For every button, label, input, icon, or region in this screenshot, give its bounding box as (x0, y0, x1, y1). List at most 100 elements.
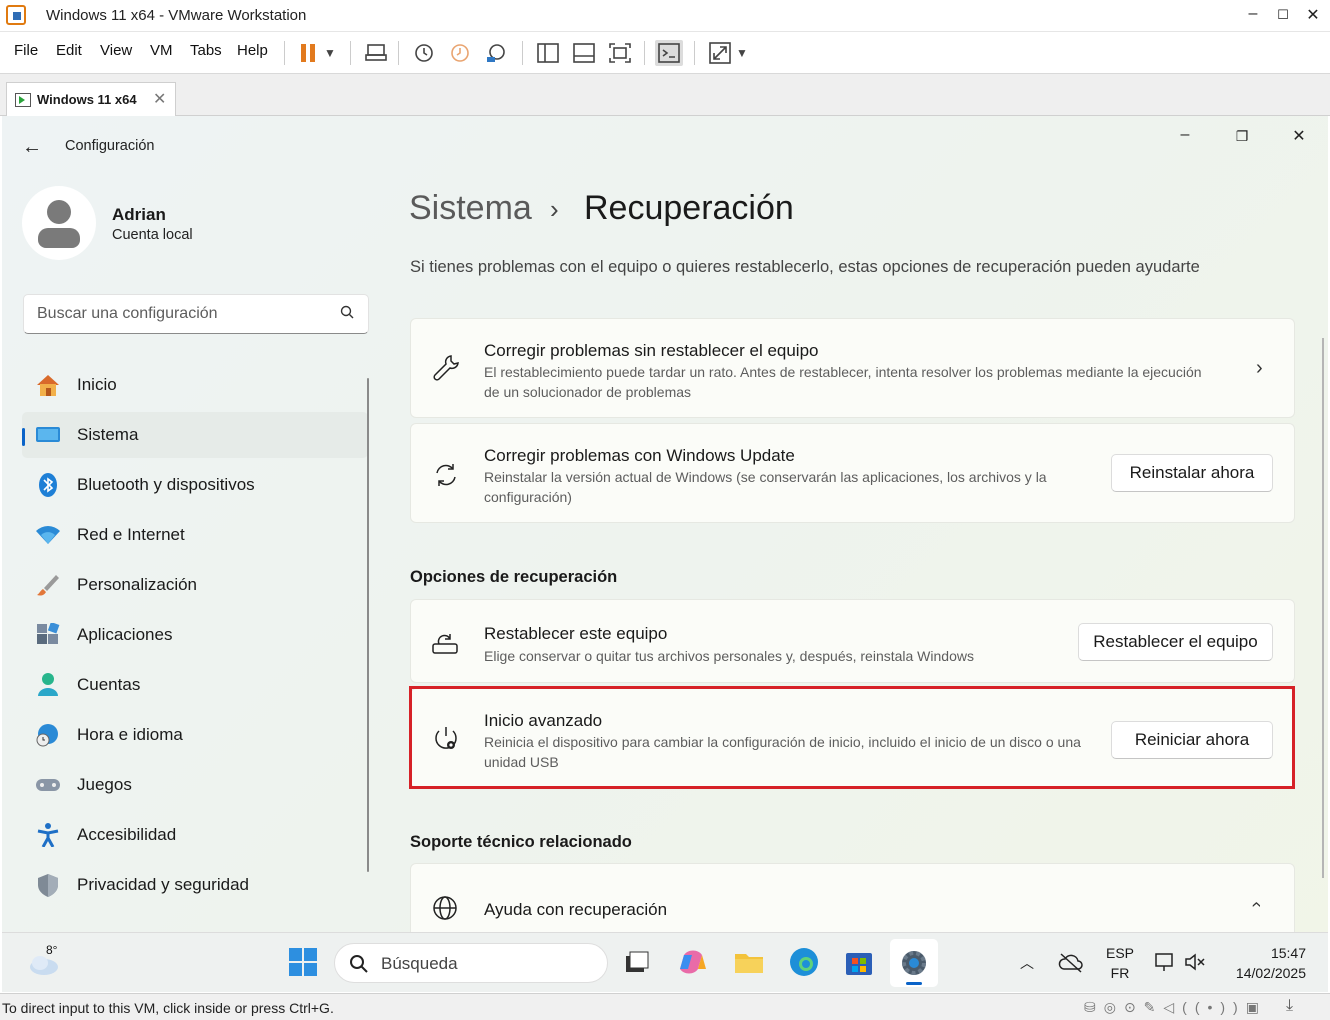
card-title: Ayuda con recuperación (484, 900, 668, 919)
back-arrow-icon[interactable]: ← (22, 136, 42, 159)
avatar (22, 186, 96, 260)
close-tab-icon[interactable]: ✕ (153, 89, 166, 109)
minimize-icon[interactable]: – (1242, 5, 1264, 25)
fix-without-reset-card[interactable]: Corregir problemas sin restablecer el eq… (410, 318, 1295, 418)
language-indicator[interactable]: ESP FR (1106, 943, 1134, 983)
reset-pc-icon (431, 628, 461, 658)
taskbar-search[interactable]: Búsqueda (334, 943, 608, 983)
nav-item-label: Personalización (77, 575, 198, 594)
file-explorer-icon[interactable] (732, 945, 766, 979)
stretch-icon[interactable] (706, 40, 734, 66)
maximize-icon[interactable]: ☐ (1272, 7, 1294, 27)
home-icon (35, 373, 61, 397)
send-ctrl-alt-del-icon[interactable] (362, 40, 390, 66)
nav-item-bluetooth[interactable]: Bluetooth y dispositivos (22, 462, 368, 508)
nav-item-hora[interactable]: Hora e idioma (22, 712, 368, 758)
chevron-down-icon[interactable]: ▼ (732, 40, 752, 66)
nav-item-label: Accesibilidad (77, 825, 177, 844)
reset-pc-button[interactable]: Restablecer el equipo (1078, 623, 1273, 661)
thumbnail-view-icon[interactable] (570, 40, 598, 66)
vmware-menubar: File Edit View VM Tabs Help ▼ ▼ (0, 32, 1330, 74)
restore-icon[interactable]: ❐ (1227, 128, 1257, 145)
windows-update-card: Corregir problemas con Windows Update Re… (410, 423, 1295, 523)
clock-date: 14/02/2025 (1235, 965, 1306, 981)
card-title: Corregir problemas sin restablecer el eq… (484, 341, 819, 360)
accessibility-icon (35, 823, 61, 847)
menu-view[interactable]: View (100, 42, 132, 59)
nav-item-label: Juegos (77, 775, 132, 794)
console-view-icon[interactable] (655, 40, 683, 66)
revert-snapshot-icon[interactable] (446, 40, 474, 66)
nav-item-accesibilidad[interactable]: Accesibilidad (22, 812, 368, 858)
menu-vm[interactable]: VM (150, 42, 173, 59)
close-icon[interactable]: ✕ (1284, 126, 1314, 146)
nav-item-red[interactable]: Red e Internet (22, 512, 368, 558)
selected-indicator (22, 428, 25, 446)
snapshot-manager-icon[interactable] (482, 40, 510, 66)
content-scrollbar[interactable] (1322, 338, 1324, 878)
menu-help[interactable]: Help (237, 42, 268, 59)
reset-pc-card: Restablecer este equipo Elige conservar … (410, 599, 1295, 683)
card-subtitle: Reinstalar la versión actual de Windows … (484, 469, 1047, 505)
status-text: To direct input to this VM, click inside… (2, 1000, 334, 1016)
wrench-icon (431, 353, 461, 383)
download-icon[interactable]: ⤓ (1286, 997, 1293, 1015)
copilot-icon[interactable] (676, 945, 710, 979)
nav-item-sistema[interactable]: Sistema (22, 412, 368, 458)
nav-item-label: Inicio (77, 375, 117, 394)
taskbar-search-placeholder: Búsqueda (381, 954, 458, 973)
fullscreen-icon[interactable] (606, 40, 634, 66)
search-icon (349, 954, 369, 974)
network-icon[interactable] (1154, 951, 1176, 973)
device-status-icons[interactable]: ⛁◎⊙✎◁((•))▣ (1084, 999, 1267, 1016)
nav-item-juegos[interactable]: Juegos (22, 762, 368, 808)
vm-tab[interactable]: Windows 11 x64 ✕ (6, 82, 176, 116)
pause-icon[interactable] (294, 40, 322, 66)
volume-muted-icon[interactable] (1184, 951, 1206, 973)
nav-item-aplicaciones[interactable]: Aplicaciones (22, 612, 368, 658)
nav-item-privacidad[interactable]: Privacidad y seguridad (22, 862, 368, 908)
nav-item-inicio[interactable]: Inicio (22, 362, 368, 408)
user-name: Adrian (112, 205, 166, 224)
minimize-icon[interactable]: – (1170, 126, 1200, 144)
vm-running-icon (15, 93, 31, 107)
bluetooth-icon (35, 473, 61, 497)
clock-globe-icon (35, 723, 61, 747)
clock[interactable]: 15:47 14/02/2025 (1230, 943, 1306, 983)
breadcrumb-parent[interactable]: Sistema (409, 189, 532, 228)
settings-taskbar-button[interactable] (890, 939, 938, 987)
highlight-box (409, 686, 1295, 789)
chevron-down-icon[interactable]: ▼ (320, 40, 340, 66)
globe-icon (431, 894, 461, 924)
refresh-icon (431, 460, 461, 490)
toolbar-separator (284, 41, 285, 65)
card-title: Restablecer este equipo (484, 624, 668, 643)
settings-search-input[interactable]: Buscar una configuración (23, 294, 369, 334)
library-view-icon[interactable] (534, 40, 562, 66)
store-icon[interactable] (842, 945, 876, 979)
chevron-right-icon: › (1256, 357, 1263, 379)
vmware-status-bar: To direct input to this VM, click inside… (0, 993, 1330, 1020)
menu-tabs[interactable]: Tabs (190, 42, 222, 59)
menu-edit[interactable]: Edit (56, 42, 82, 59)
guest-screen[interactable]: ← Configuración – ❐ ✕ Adrian Cuenta loca… (2, 116, 1328, 992)
reinstall-now-button[interactable]: Reinstalar ahora (1111, 454, 1273, 492)
start-icon[interactable] (286, 945, 320, 979)
card-subtitle: El restablecimiento puede tardar un rato… (484, 364, 1202, 400)
onedrive-offline-icon[interactable] (1058, 951, 1084, 973)
toolbar-separator (398, 41, 399, 65)
menu-file[interactable]: File (14, 42, 38, 59)
snapshot-icon[interactable] (410, 40, 438, 66)
edge-icon[interactable] (787, 945, 821, 979)
vmware-window-title: Windows 11 x64 - VMware Workstation (46, 7, 307, 24)
task-view-icon[interactable] (620, 945, 654, 979)
language-secondary: FR (1110, 965, 1130, 981)
nav-item-cuentas[interactable]: Cuentas (22, 662, 368, 708)
nav-scrollbar[interactable] (367, 378, 369, 872)
nav-item-label: Sistema (77, 425, 139, 444)
chevron-up-icon[interactable]: › (1246, 902, 1267, 908)
chevron-up-icon[interactable]: ︿ (1020, 953, 1034, 973)
apps-icon (35, 623, 61, 647)
close-icon[interactable]: ✕ (1302, 5, 1324, 25)
nav-item-personalizacion[interactable]: Personalización (22, 562, 368, 608)
